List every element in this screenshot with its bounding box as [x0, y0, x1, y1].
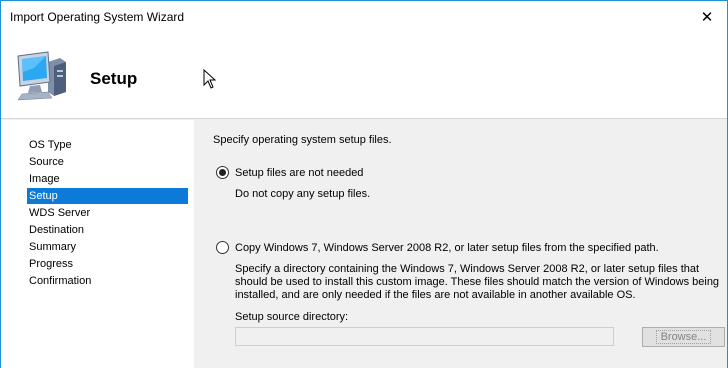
close-icon: ✕	[700, 9, 714, 26]
nav-item-summary[interactable]: Summary	[27, 239, 188, 255]
option-copy-description-line3: installed, and are only needed if the fi…	[235, 289, 636, 301]
source-directory-label: Setup source directory:	[235, 311, 349, 323]
radio-copy-setup-files[interactable]	[216, 241, 229, 254]
close-button[interactable]: ✕	[687, 1, 727, 33]
option-copy-setup-files-label[interactable]: Copy Windows 7, Windows Server 2008 R2, …	[235, 241, 659, 255]
instruction-text: Specify operating system setup files.	[213, 134, 392, 146]
nav-item-image[interactable]: Image	[27, 171, 188, 187]
nav-item-wds-server[interactable]: WDS Server	[27, 205, 188, 221]
radio-setup-not-needed[interactable]	[216, 166, 229, 179]
mouse-cursor-icon	[203, 69, 217, 89]
wizard-steps-nav: OS Type Source Image Setup WDS Server De…	[1, 120, 194, 368]
browse-button-label: Browse...	[655, 330, 712, 344]
browse-button[interactable]: Browse...	[642, 327, 725, 347]
wizard-window: Import Operating System Wizard ✕ Setup O…	[0, 0, 728, 368]
setup-content-panel: Specify operating system setup files. Se…	[194, 120, 727, 368]
window-title: Import Operating System Wizard	[10, 10, 185, 24]
computer-icon	[17, 51, 66, 101]
page-title: Setup	[90, 69, 138, 88]
source-directory-input[interactable]	[235, 327, 614, 346]
nav-item-setup[interactable]: Setup	[27, 188, 188, 204]
option-copy-description-line2: should be used to install this custom im…	[235, 276, 720, 288]
nav-item-source[interactable]: Source	[27, 154, 188, 170]
title-bar: Import Operating System Wizard ✕	[1, 1, 727, 33]
option-setup-not-needed-description: Do not copy any setup files.	[235, 188, 371, 200]
nav-item-confirmation[interactable]: Confirmation	[27, 273, 188, 289]
nav-item-destination[interactable]: Destination	[27, 222, 188, 238]
nav-item-progress[interactable]: Progress	[27, 256, 188, 272]
option-setup-not-needed-label[interactable]: Setup files are not needed	[235, 166, 363, 180]
wizard-header: Setup	[1, 33, 727, 119]
option-copy-description-line1: Specify a directory containing the Windo…	[235, 263, 700, 275]
nav-item-os-type[interactable]: OS Type	[27, 137, 188, 153]
